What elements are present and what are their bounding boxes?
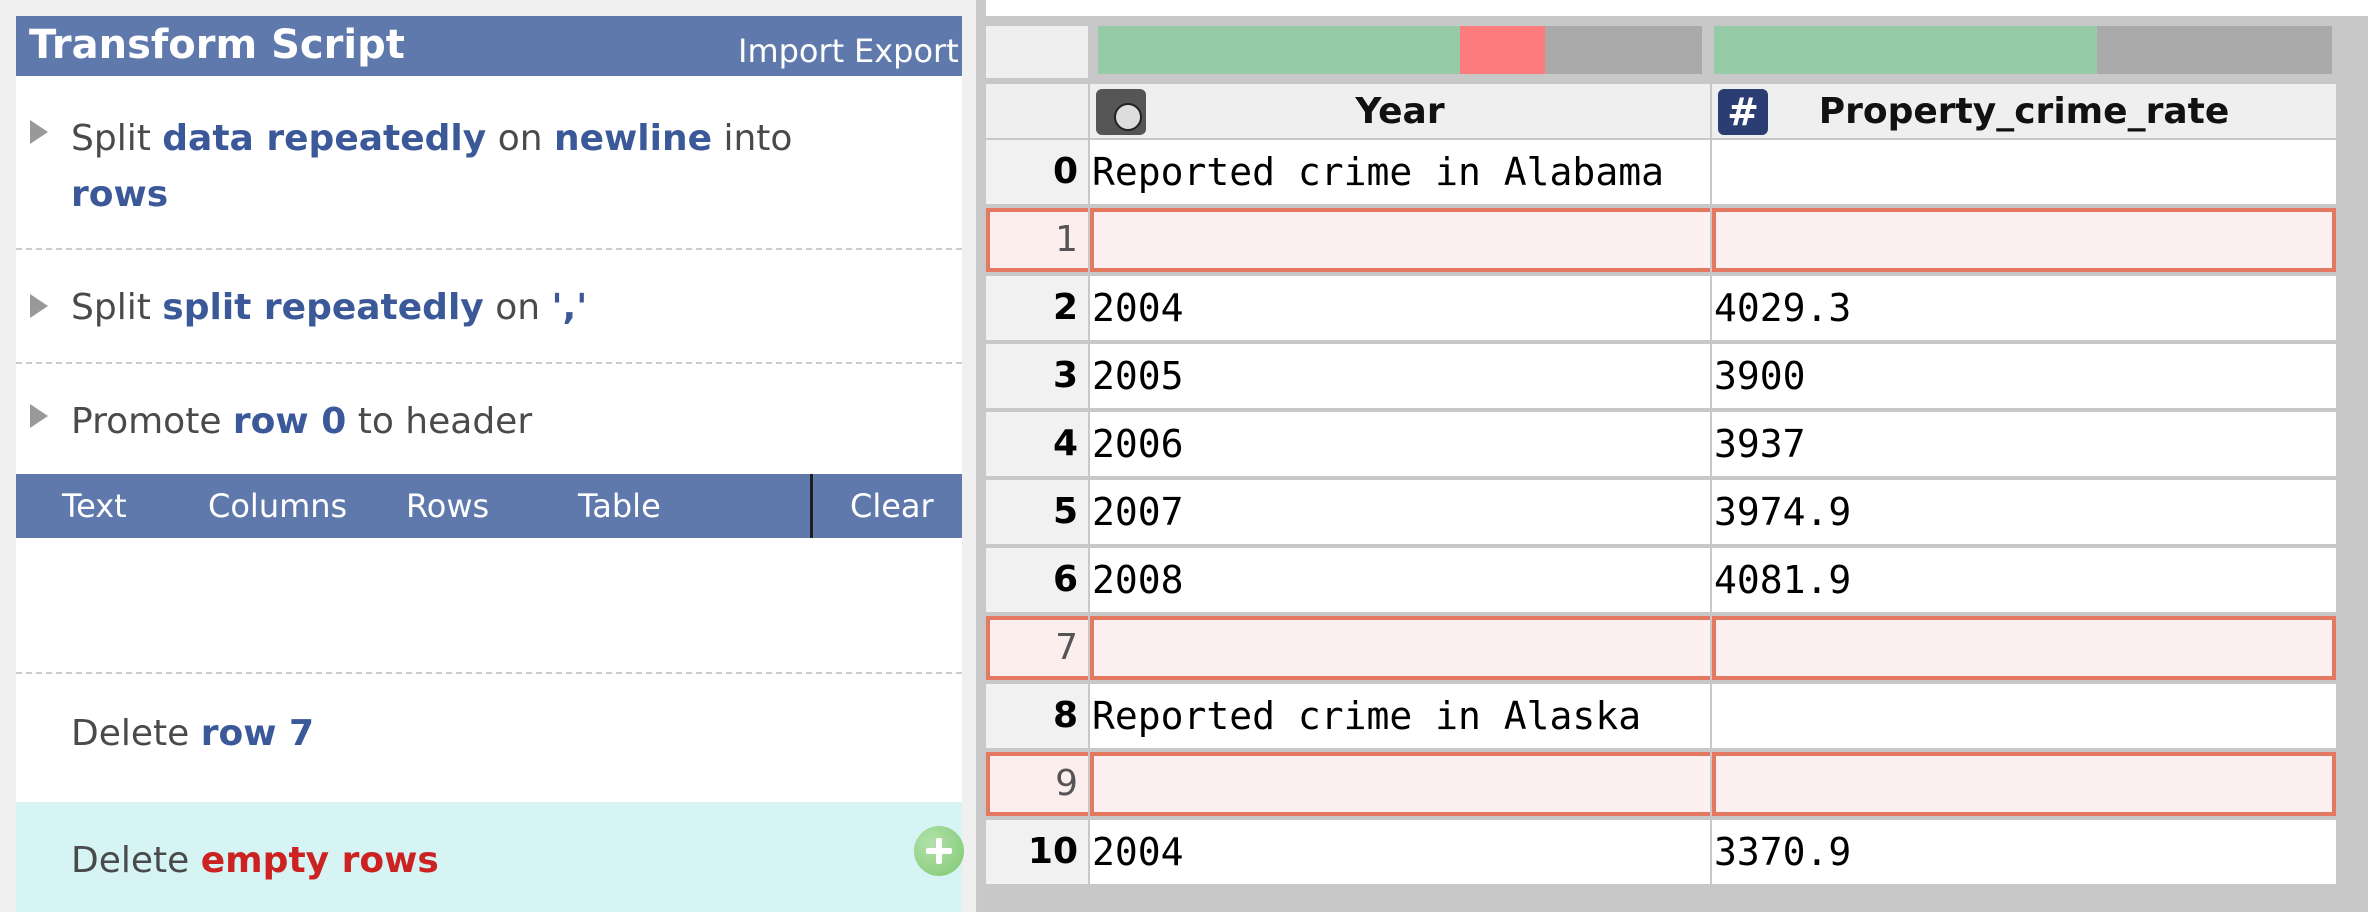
cell-year[interactable]: 2004 [1090, 820, 1710, 884]
row-index[interactable]: 7 [986, 616, 1088, 680]
table-row[interactable]: 8 Reported crime in Alaska [986, 684, 2368, 748]
table-row[interactable]: 0 Reported crime in Alabama [986, 140, 2368, 204]
table-row[interactable]: 2 2004 4029.3 [986, 276, 2368, 340]
suggestion-delete-empty-rows[interactable]: Delete empty rows [16, 802, 964, 912]
cell-property-crime-rate[interactable]: 3370.9 [1712, 820, 2336, 884]
cell-property-crime-rate[interactable] [1712, 684, 2336, 748]
table-row[interactable]: 3 2005 3900 [986, 344, 2368, 408]
suggestion-delete-row[interactable]: Delete row 7 [16, 674, 962, 802]
expand-triangle-icon[interactable] [30, 120, 48, 144]
cell-property-crime-rate[interactable] [1712, 140, 2336, 204]
cell-property-crime-rate[interactable] [1712, 752, 2336, 816]
cell-year[interactable]: Reported crime in Alaska [1090, 684, 1710, 748]
column-header-property-crime-rate[interactable]: # Property_crime_rate [1712, 84, 2336, 138]
row-index[interactable]: 4 [986, 412, 1088, 476]
grid-corner [986, 26, 1088, 78]
row-index[interactable]: 3 [986, 344, 1088, 408]
script-panel-header: Transform Script Import Export [16, 16, 962, 76]
menu-clear[interactable]: Clear [850, 484, 934, 528]
menu-table[interactable]: Table [578, 484, 661, 528]
cell-year[interactable]: 2004 [1090, 276, 1710, 340]
script-step-split-rows[interactable]: Split data repeatedly on newline into ro… [16, 76, 962, 250]
grid-corner-header [986, 84, 1088, 138]
add-step-icon[interactable] [914, 826, 964, 876]
export-link[interactable]: Export [854, 31, 959, 71]
table-row[interactable]: 9 [986, 752, 2368, 816]
menu-columns[interactable]: Columns [208, 484, 347, 528]
cell-property-crime-rate[interactable]: 4081.9 [1712, 548, 2336, 612]
menu-text[interactable]: Text [62, 484, 127, 528]
cell-property-crime-rate[interactable]: 3974.9 [1712, 480, 2336, 544]
row-index[interactable]: 5 [986, 480, 1088, 544]
panel-splitter[interactable] [976, 0, 986, 912]
cell-year[interactable]: 2008 [1090, 548, 1710, 612]
script-step-promote-header[interactable]: Promote row 0 to header [16, 364, 962, 474]
column-header-year[interactable]: Year [1090, 84, 1710, 138]
row-index[interactable]: 10 [986, 820, 1088, 884]
table-row[interactable]: 1 [986, 208, 2368, 272]
row-index[interactable]: 9 [986, 752, 1088, 816]
valid-segment [1714, 26, 2098, 74]
year-quality-bar[interactable] [1098, 26, 1702, 74]
row-index[interactable]: 8 [986, 684, 1088, 748]
column-name: Year [1355, 91, 1445, 132]
cell-year[interactable]: 2007 [1090, 480, 1710, 544]
rate-quality-bar[interactable] [1714, 26, 2332, 74]
transform-menu-bar: Text Columns Rows Table Clear [16, 474, 962, 538]
step-description: Promote row 0 to header [71, 401, 533, 442]
suggestion-text: Delete empty rows [71, 840, 439, 881]
cell-property-crime-rate[interactable] [1712, 208, 2336, 272]
cell-year[interactable] [1090, 616, 1710, 680]
valid-segment [1098, 26, 1461, 74]
cell-property-crime-rate[interactable]: 4029.3 [1712, 276, 2336, 340]
expand-triangle-icon[interactable] [30, 294, 48, 318]
menu-rows[interactable]: Rows [406, 484, 489, 528]
cell-property-crime-rate[interactable]: 3937 [1712, 412, 2336, 476]
row-index[interactable]: 1 [986, 208, 1088, 272]
missing-segment [1460, 26, 1545, 74]
step-description: Split split repeatedly on ',' [71, 287, 588, 328]
table-row[interactable]: 5 2007 3974.9 [986, 480, 2368, 544]
cell-year[interactable] [1090, 208, 1710, 272]
step-description: Split data repeatedly on newline into ro… [71, 118, 793, 215]
script-step-split-columns[interactable]: Split split repeatedly on ',' [16, 250, 962, 364]
cell-year[interactable] [1090, 752, 1710, 816]
cell-year[interactable]: 2005 [1090, 344, 1710, 408]
table-row[interactable]: 10 2004 3370.9 [986, 820, 2368, 884]
cell-year[interactable]: Reported crime in Alabama [1090, 140, 1710, 204]
suggestion-empty-area [16, 538, 962, 674]
row-index[interactable]: 0 [986, 140, 1088, 204]
row-index[interactable]: 6 [986, 548, 1088, 612]
expand-triangle-icon[interactable] [30, 404, 48, 428]
menu-divider [810, 474, 813, 538]
table-row[interactable]: 7 [986, 616, 2368, 680]
cell-year[interactable]: 2006 [1090, 412, 1710, 476]
column-name: Property_crime_rate [1818, 91, 2230, 132]
cell-property-crime-rate[interactable]: 3900 [1712, 344, 2336, 408]
table-row[interactable]: 4 2006 3937 [986, 412, 2368, 476]
import-link[interactable]: Import [738, 31, 844, 71]
data-grid: Year # Property_crime_rate 0 Reported cri… [986, 16, 2368, 912]
row-index[interactable]: 2 [986, 276, 1088, 340]
cell-property-crime-rate[interactable] [1712, 616, 2336, 680]
suggestion-text: Delete row 7 [71, 713, 315, 754]
panel-title: Transform Script [29, 22, 405, 68]
table-row[interactable]: 6 2008 4081.9 [986, 548, 2368, 612]
